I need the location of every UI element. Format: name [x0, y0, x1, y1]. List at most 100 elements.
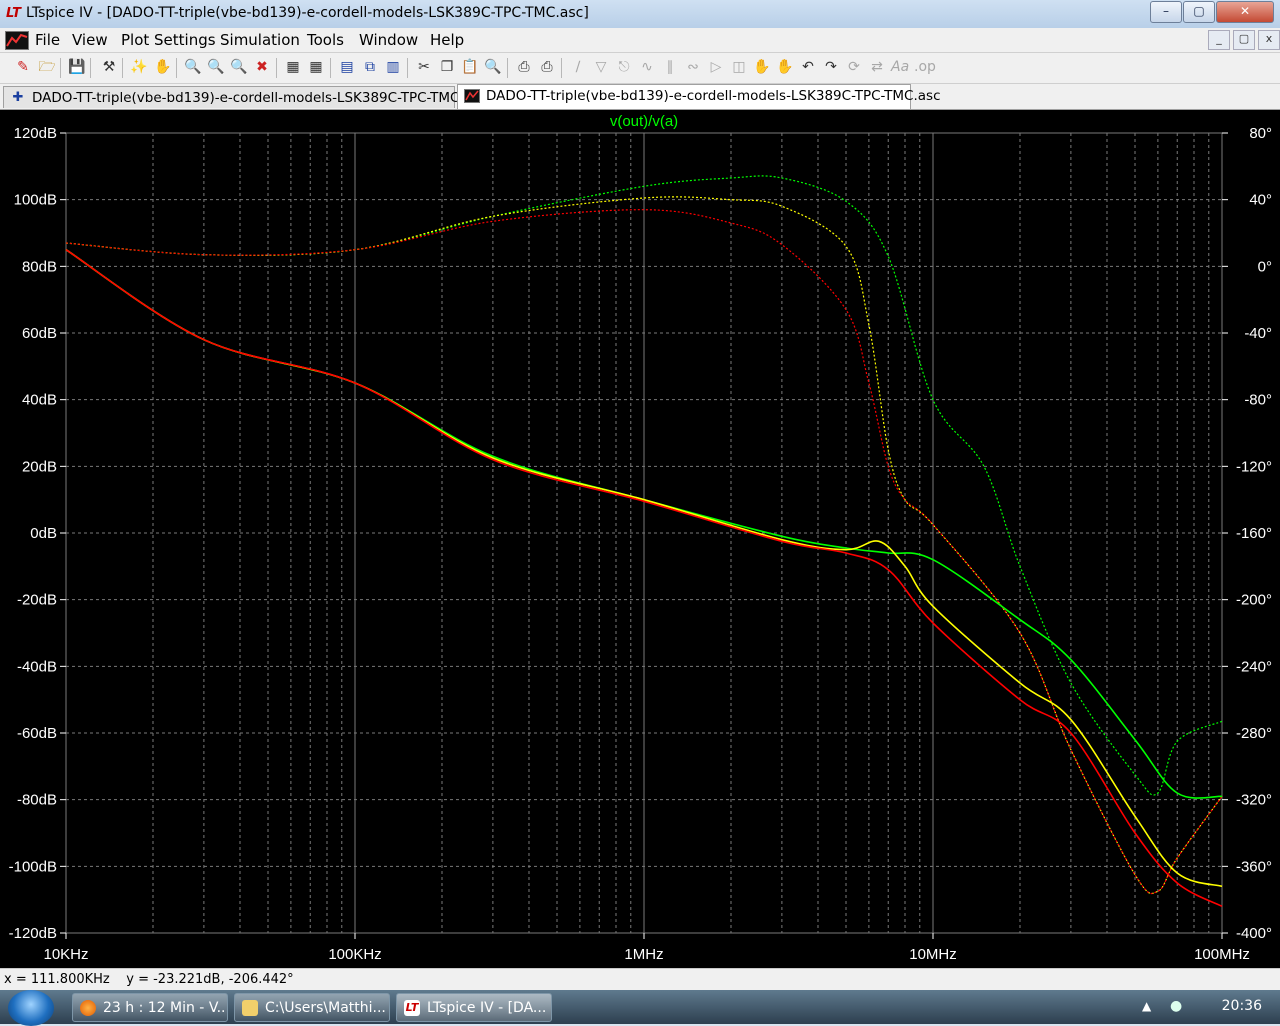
x-tick-label: 1MHz [624, 946, 663, 963]
tab-waveform-label: DADO-TT-triple(vbe-bd139)-e-cordell-mode… [486, 88, 941, 104]
tab-waveform[interactable]: DADO-TT-triple(vbe-bd139)-e-cordell-mode… [457, 84, 941, 109]
close-button[interactable]: ✕ [1216, 1, 1274, 23]
network-icon[interactable]: ● [1170, 998, 1182, 1014]
cut-icon[interactable]: ✂ [415, 58, 433, 76]
taskbar-item-explorer[interactable]: C:\Users\Matthi... [234, 993, 390, 1022]
open-icon[interactable]: 🗁 [38, 58, 56, 76]
menu-bar: File View Plot Settings Simulation Tools… [0, 28, 1280, 53]
x-tick-label: 100KHz [328, 946, 381, 963]
y2-tick-label: 80° [1249, 125, 1272, 142]
y-tick-label: -120dB [9, 925, 57, 942]
waveform-plot-pane[interactable]: v(out)/v(a) 120dB 80° 100dB 40° 80dB 0° 60dB -4… [0, 110, 1280, 968]
print-setup-icon[interactable]: ⎙ [515, 58, 533, 76]
toolbar-separator [90, 58, 91, 78]
y-tick-label: -100dB [9, 858, 57, 875]
y2-tick-label: -320° [1236, 792, 1272, 809]
show-hidden-icons-icon[interactable]: ▲ [1142, 999, 1151, 1013]
ltspice-logo-icon: LT [6, 6, 21, 21]
menu-tools[interactable]: Tools [307, 31, 344, 49]
pan-hand-icon[interactable]: ✋ [154, 58, 172, 76]
menu-simulation[interactable]: Simulation [220, 31, 300, 49]
y2-tick-label: -160° [1236, 525, 1272, 542]
zoom-out-icon[interactable]: 🔍 [230, 58, 248, 76]
paste-icon[interactable]: 📋 [461, 58, 479, 76]
menu-file[interactable]: File [35, 31, 60, 49]
y-tick-label: -20dB [17, 592, 57, 609]
toolbar-separator [561, 58, 562, 78]
save-icon[interactable]: 💾 [68, 58, 86, 76]
y-tick-label: 100dB [14, 192, 57, 209]
new-schematic-icon[interactable]: ✎ [14, 58, 32, 76]
find-icon[interactable]: 🔍 [484, 58, 502, 76]
toolbar-separator [176, 58, 177, 78]
mdi-minimize-button[interactable]: _ [1208, 30, 1230, 50]
tile-horizontal-icon[interactable]: ▤ [338, 58, 356, 76]
run-icon[interactable]: ✨ [130, 58, 148, 76]
y2-tick-label: -120° [1236, 458, 1272, 475]
window-titlebar: LT LTspice IV - [DADO-TT-triple(vbe-bd13… [0, 0, 1280, 29]
autoscale-icon[interactable]: ▦ [284, 58, 302, 76]
waveform-doc-icon[interactable] [5, 31, 29, 50]
diode-icon[interactable]: ▷ [707, 58, 725, 76]
system-tray: ▲ ● 20:36 [1130, 990, 1280, 1024]
taskbar-item-label: C:\Users\Matthi... [265, 1000, 386, 1016]
taskbar-item-ltspice[interactable]: LT LTspice IV - [DA... [396, 993, 552, 1022]
start-orb-icon[interactable] [8, 990, 54, 1026]
taskbar-item-firefox[interactable]: 23 h : 12 Min - V... [72, 993, 228, 1022]
axis-ticks: 120dB 80° 100dB 40° 80dB 0° 60dB -40° 40dB -80° 20… [9, 125, 1272, 963]
plot-grid [65, 132, 1223, 934]
cascade-icon[interactable]: ⧉ [361, 58, 379, 76]
ground-icon[interactable]: ▽ [592, 58, 610, 76]
wire-icon[interactable]: ∕ [569, 58, 587, 76]
x-tick-label: 10KHz [43, 946, 88, 963]
mdi-restore-button[interactable]: ▢ [1233, 30, 1255, 50]
label-net-icon[interactable]: ⎋ [615, 58, 633, 76]
print-icon[interactable]: ⎙ [538, 58, 556, 76]
control-panel-icon[interactable]: ⚒ [100, 58, 118, 76]
taskbar-item-label: 23 h : 12 Min - V... [103, 1000, 228, 1016]
y-tick-label: 80dB [22, 258, 57, 275]
menu-help[interactable]: Help [430, 31, 464, 49]
toolbar-separator [60, 58, 61, 78]
y2-tick-label: -280° [1236, 725, 1272, 742]
grid-icon[interactable]: ▦ [307, 58, 325, 76]
text-icon[interactable]: Aa [891, 58, 909, 76]
y-tick-label: 40dB [22, 392, 57, 409]
cursor-readout: x = 111.800KHz y = -23.221dB, -206.442° [4, 972, 294, 987]
spice-directive-icon[interactable]: .op [914, 58, 936, 76]
minimize-button[interactable]: – [1150, 1, 1182, 23]
resistor-icon[interactable]: ∿ [638, 58, 656, 76]
waveform-icon [464, 88, 480, 104]
zoom-in-icon[interactable]: 🔍 [184, 58, 202, 76]
mirror-icon[interactable]: ⇄ [868, 58, 886, 76]
toolbar-separator [276, 58, 277, 78]
y-tick-label: 20dB [22, 458, 57, 475]
drag-icon[interactable]: ✋ [776, 58, 794, 76]
component-icon[interactable]: ◫ [730, 58, 748, 76]
redo-icon[interactable]: ↷ [822, 58, 840, 76]
toolbar-separator [122, 58, 123, 78]
capacitor-icon[interactable]: ∥ [661, 58, 679, 76]
zoom-area-icon[interactable]: 🔍 [207, 58, 225, 76]
y2-tick-label: -40° [1244, 325, 1272, 342]
y2-tick-label: 0° [1258, 258, 1272, 275]
toolbar: ✎ 🗁 💾 ⚒ ✨ ✋ 🔍 🔍 🔍 ✖ ▦ ▦ ▤ ⧉ ▥ ✂ ❐ 📋 🔍 ⎙ … [0, 53, 1280, 84]
copy-icon[interactable]: ❐ [438, 58, 456, 76]
maximize-button[interactable]: ▢ [1183, 1, 1215, 23]
menu-window[interactable]: Window [359, 31, 418, 49]
toolbar-separator [507, 58, 508, 78]
rotate-icon[interactable]: ⟳ [845, 58, 863, 76]
move-icon[interactable]: ✋ [753, 58, 771, 76]
clock[interactable]: 20:36 [1222, 998, 1262, 1014]
plot-title: v(out)/v(a) [610, 113, 678, 130]
tab-schematic[interactable]: ✚ DADO-TT-triple(vbe-bd139)-e-cordell-mo… [3, 86, 487, 108]
mdi-close-button[interactable]: x [1258, 30, 1280, 50]
tile-vertical-icon[interactable]: ▥ [384, 58, 402, 76]
undo-icon[interactable]: ↶ [799, 58, 817, 76]
zoom-cancel-icon[interactable]: ✖ [253, 58, 271, 76]
menu-plot-settings[interactable]: Plot Settings [121, 31, 216, 49]
x-tick-label: 10MHz [909, 946, 957, 963]
menu-view[interactable]: View [72, 31, 108, 49]
bode-plot-chart[interactable]: v(out)/v(a) 120dB 80° 100dB 40° 80dB 0° 60dB -4… [0, 110, 1280, 968]
inductor-icon[interactable]: ∾ [684, 58, 702, 76]
